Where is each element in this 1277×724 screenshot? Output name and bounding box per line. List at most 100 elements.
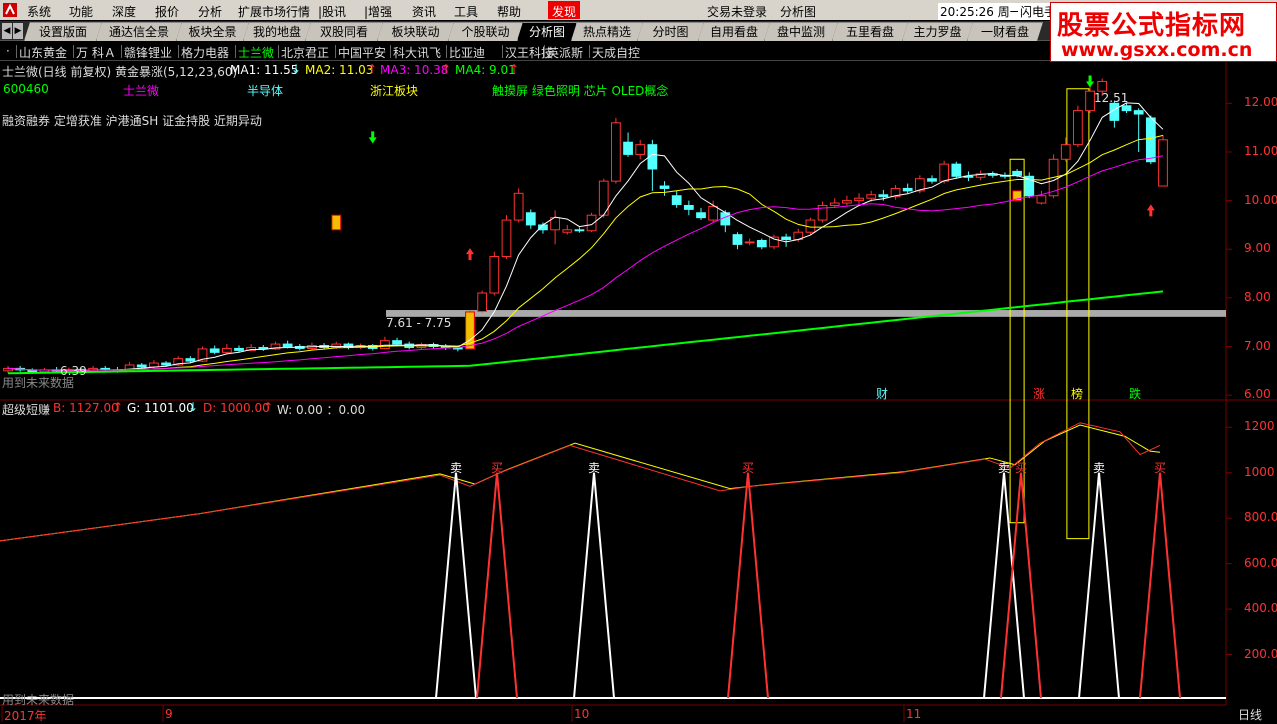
menu-help[interactable]: 帮助 <box>497 3 521 20</box>
watermark-logo: 股票公式指标网 www.gsxx.com.cn <box>1050 2 1277 62</box>
tab-scroll-left-icon[interactable]: ◀ <box>2 23 12 39</box>
menu-function[interactable]: 功能 <box>69 3 93 20</box>
login-status[interactable]: 交易未登录 <box>707 3 767 20</box>
candle-body <box>416 344 427 348</box>
tab-5[interactable]: 板块联动 <box>377 22 454 41</box>
stock-shortcut-7[interactable]: 科大讯飞 <box>393 44 441 61</box>
tab-14[interactable]: 一财看盘 <box>967 22 1043 41</box>
candle-body <box>246 346 257 351</box>
buy-spike <box>1139 472 1181 699</box>
arrow-down-icon <box>368 131 377 144</box>
tab-scroll-right-icon[interactable]: ▶ <box>13 23 23 39</box>
sell-signal-label: 卖 <box>998 460 1011 475</box>
menu-tools[interactable]: 工具 <box>454 3 478 20</box>
menu-quote[interactable]: 报价 <box>155 3 179 20</box>
sell-spike <box>983 472 1025 699</box>
tab-1[interactable]: 通达信全景 <box>96 22 182 41</box>
tab-8[interactable]: 热点精选 <box>571 22 643 41</box>
candle-body <box>209 348 220 353</box>
stock-shortcut-9[interactable]: 汉王科技 <box>505 44 553 61</box>
stock-shortcut-3[interactable]: 格力电器 <box>181 44 229 61</box>
candle-body <box>538 224 548 231</box>
buy-signal-label: 买 <box>742 460 755 475</box>
candle-body <box>1158 139 1168 187</box>
candle-body <box>586 214 597 232</box>
tab-12[interactable]: 五里看盘 <box>832 22 908 41</box>
candle-body <box>39 369 50 373</box>
candle-body <box>890 187 901 198</box>
stock-shortcut-2[interactable]: 赣锋锂业 <box>124 44 172 61</box>
buy-signal-label: 买 <box>1154 460 1167 475</box>
indicator-g-down-icon: ↓ <box>188 400 199 414</box>
tab-9[interactable]: 分时图 <box>637 22 704 41</box>
stock-shortcut-8[interactable]: 比亚迪 <box>449 44 485 61</box>
period-label[interactable]: 日线 <box>1238 706 1262 723</box>
tab-7[interactable]: 分析图 <box>517 22 577 41</box>
stock-separator <box>278 45 279 58</box>
candle-body <box>173 358 184 366</box>
candle-body <box>574 229 585 232</box>
tab-3[interactable]: 我的地盘 <box>243 22 311 41</box>
candle-body <box>367 345 378 349</box>
list-marker: 榜 <box>1071 387 1084 401</box>
tab-2[interactable]: 板块全景 <box>176 22 249 41</box>
menu-extended-market[interactable]: 扩展市场行情 <box>238 3 310 20</box>
candle-body <box>793 231 804 241</box>
candle-body <box>1012 170 1022 176</box>
candle-body <box>902 187 913 192</box>
sell-signal-label: 卖 <box>588 460 601 475</box>
indicator-b: B: 1127.00 <box>53 401 119 415</box>
date-label: 9 <box>165 707 173 721</box>
tags-label: 融资融券 定增获准 沪港通SH 证金持股 近期异动 <box>2 114 262 128</box>
stock-separator <box>16 45 17 58</box>
candle-body <box>331 343 342 348</box>
lower-tick-label: 1200 <box>1244 419 1275 434</box>
tab-0[interactable]: 设置版面 <box>24 22 102 41</box>
stock-shortcut-1[interactable]: 万 科Ａ <box>76 44 116 61</box>
arrow-up-icon <box>1146 204 1155 217</box>
sell-spike <box>573 472 615 699</box>
tab-4[interactable]: 双股同看 <box>305 22 383 41</box>
stock-shortcut-5[interactable]: 北京君正 <box>281 44 329 61</box>
candle-body <box>100 367 111 371</box>
candle-body <box>501 219 512 258</box>
menu-discover[interactable]: 发现 <box>548 1 581 19</box>
menu-analysis[interactable]: 分析 <box>198 3 222 20</box>
candle-body <box>1145 117 1156 163</box>
stock-shortcut-6[interactable]: 中国平安 <box>338 44 386 61</box>
candle-body <box>769 236 779 248</box>
arrow-down-icon <box>1086 75 1095 88</box>
sector-label: 半导体 <box>247 84 284 98</box>
stock-separator <box>446 45 447 58</box>
candle-body <box>1133 110 1144 115</box>
candle-body <box>708 205 719 221</box>
candle-body <box>234 347 244 351</box>
y-tick-label: 8.00 <box>1244 289 1271 304</box>
stock-shortcut-10[interactable]: 英派斯 <box>547 44 583 61</box>
tab-6[interactable]: 个股联动 <box>448 22 523 41</box>
candle-body <box>732 234 743 245</box>
menu-system[interactable]: 系统 <box>27 3 51 20</box>
highlight-candle <box>465 311 475 350</box>
menu-depth[interactable]: 深度 <box>112 3 136 20</box>
date-label: 10 <box>574 707 590 721</box>
candle-body <box>975 173 986 178</box>
menu-info[interactable]: 资讯 <box>412 3 436 20</box>
candle-body <box>1036 195 1047 204</box>
stock-shortcut-4[interactable]: 士兰微 <box>238 44 274 61</box>
price-chart[interactable] <box>0 0 1277 722</box>
stock-separator <box>73 45 74 58</box>
candle-body <box>161 362 171 366</box>
tab-10[interactable]: 自用看盘 <box>698 22 770 41</box>
candle-body <box>987 173 998 176</box>
menu-enhance[interactable]: |增强 <box>364 3 392 20</box>
candle-body <box>683 204 694 210</box>
tab-13[interactable]: 主力罗盘 <box>902 22 973 41</box>
tab-11[interactable]: 盘中监测 <box>764 22 838 41</box>
price-range-band <box>386 310 1226 317</box>
app-logo-icon[interactable] <box>2 2 18 18</box>
menu-news[interactable]: |股讯 <box>318 3 346 20</box>
y-tick-label: 9.00 <box>1244 241 1271 256</box>
stock-shortcut-11[interactable]: 天成自控 <box>592 44 640 61</box>
stock-shortcut-0[interactable]: 山东黄金 <box>19 44 67 61</box>
